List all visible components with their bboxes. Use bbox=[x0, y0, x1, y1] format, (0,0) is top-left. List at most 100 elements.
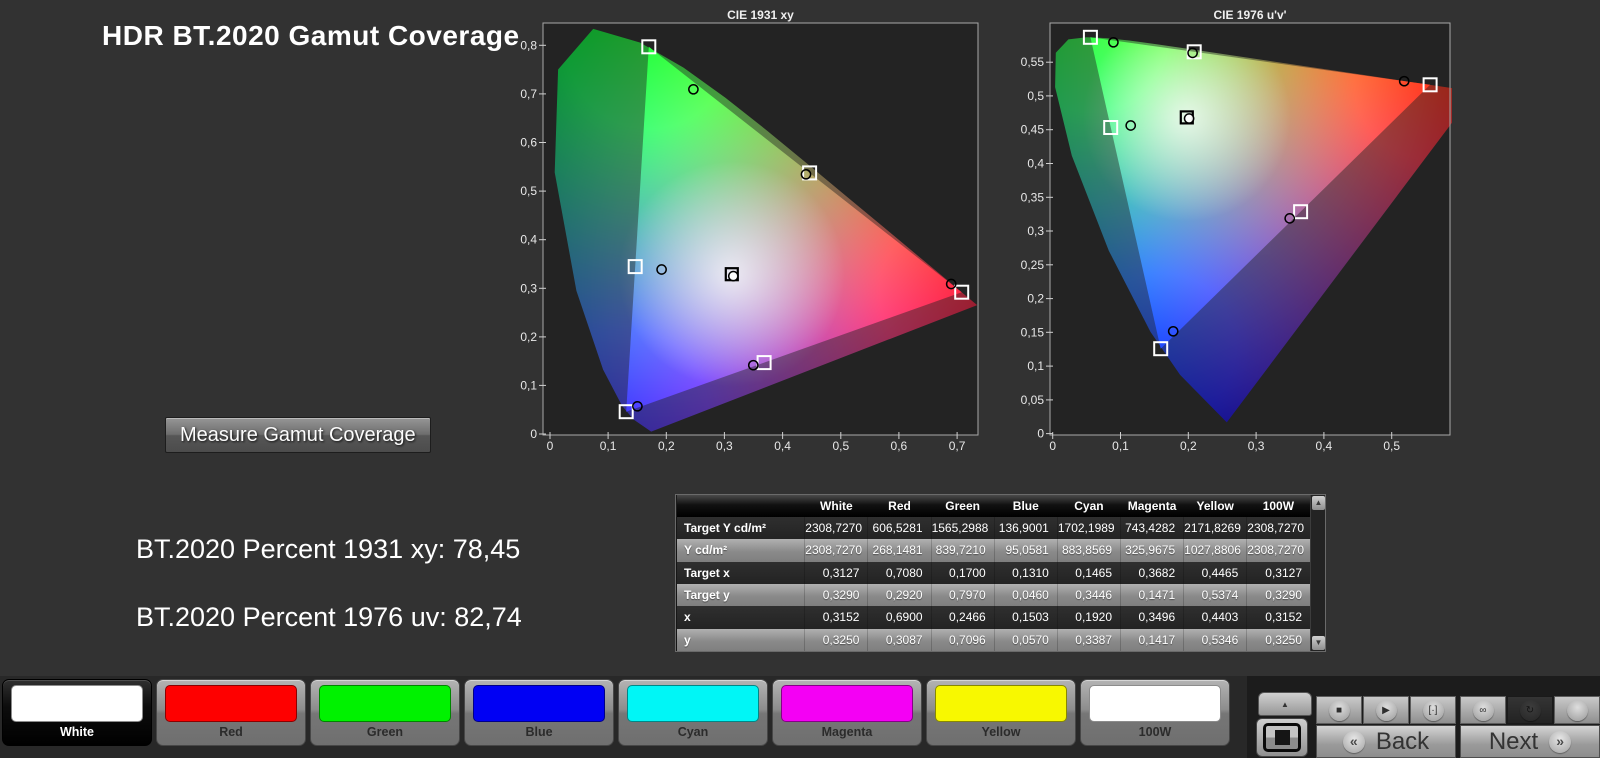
svg-text:0,45: 0,45 bbox=[1021, 123, 1045, 137]
next-button[interactable]: Next » bbox=[1460, 725, 1600, 758]
svg-text:0,4: 0,4 bbox=[774, 439, 791, 453]
percent-1976-result: BT.2020 Percent 1976 uv: 82,74 bbox=[136, 602, 522, 633]
next-label: Next bbox=[1489, 728, 1538, 756]
measure-gamut-coverage-button[interactable]: Measure Gamut Coverage bbox=[165, 417, 431, 453]
transport-controls: ▲ ■ ▶[·] ∞ ↻ « Back Next » bbox=[1247, 676, 1600, 758]
row-label: y bbox=[677, 629, 805, 651]
table-cell: 1565,2988 bbox=[931, 517, 994, 539]
table-column-header: Red bbox=[868, 495, 931, 517]
row-label: Y cd/m² bbox=[677, 539, 805, 561]
svg-text:0,8: 0,8 bbox=[520, 38, 537, 52]
table-cell: 0,6900 bbox=[868, 606, 931, 628]
table-cell: 2308,7270 bbox=[1247, 539, 1310, 561]
percent-1931-result: BT.2020 Percent 1931 xy: 78,45 bbox=[136, 534, 520, 565]
svg-text:0,5: 0,5 bbox=[520, 184, 537, 198]
measurement-table: WhiteRedGreenBlueCyanMagentaYellow100WTa… bbox=[676, 495, 1310, 651]
gamut-coverage-page: HDR BT.2020 Gamut Coverage CIE 1931 xy 0… bbox=[0, 0, 1600, 758]
patch-white-button[interactable]: White bbox=[2, 679, 152, 746]
table-cell: 0,3250 bbox=[805, 629, 868, 651]
scroll-up-button[interactable]: ▲ bbox=[1312, 496, 1325, 510]
patch-label: 100W bbox=[1081, 725, 1229, 739]
patch-label: Red bbox=[157, 725, 305, 739]
play-button[interactable]: ▶ bbox=[1363, 696, 1409, 724]
continuous-button[interactable]: ∞ bbox=[1460, 696, 1506, 724]
patch-yellow-button[interactable]: Yellow bbox=[926, 679, 1076, 746]
patch-100w-button[interactable]: 100W bbox=[1080, 679, 1230, 746]
results-table: WhiteRedGreenBlueCyanMagentaYellow100WTa… bbox=[675, 494, 1326, 652]
table-scrollbar[interactable]: ▲ ▼ bbox=[1310, 495, 1325, 651]
table-cell: 0,1471 bbox=[1121, 584, 1184, 606]
table-row: Target y0,32900,29200,79700,04600,34460,… bbox=[677, 584, 1311, 606]
svg-text:0,4: 0,4 bbox=[1316, 439, 1333, 453]
table-cell: 0,7080 bbox=[868, 562, 931, 584]
patch-swatch bbox=[319, 685, 451, 722]
svg-text:0,2: 0,2 bbox=[1180, 439, 1197, 453]
svg-text:0,7: 0,7 bbox=[949, 439, 966, 453]
refresh-icon: ↻ bbox=[1520, 700, 1541, 721]
interval-button[interactable]: [·] bbox=[1410, 696, 1456, 724]
page-title: HDR BT.2020 Gamut Coverage bbox=[102, 20, 520, 52]
svg-text:0,15: 0,15 bbox=[1021, 325, 1045, 339]
table-cell: 0,2466 bbox=[931, 606, 994, 628]
table-cell: 0,7096 bbox=[931, 629, 994, 651]
patch-cyan-button[interactable]: Cyan bbox=[618, 679, 768, 746]
bottom-bar: White Red Green Blue CyanMagentaYellow 100W ▲… bbox=[0, 676, 1600, 758]
patch-swatch bbox=[473, 685, 605, 722]
table-cell: 606,5281 bbox=[868, 517, 931, 539]
svg-text:0: 0 bbox=[1049, 439, 1056, 453]
collapse-panel-button[interactable]: ▲ bbox=[1258, 692, 1312, 716]
table-cell: 0,1503 bbox=[994, 606, 1057, 628]
scroll-down-button[interactable]: ▼ bbox=[1312, 636, 1325, 650]
table-cell: 0,3127 bbox=[1247, 562, 1310, 584]
patch-red-button[interactable]: Red bbox=[156, 679, 306, 746]
stop-button[interactable]: ■ bbox=[1316, 696, 1362, 724]
stop-icon: ■ bbox=[1329, 700, 1350, 721]
table-cell: 325,9675 bbox=[1121, 539, 1184, 561]
table-cell: 0,5374 bbox=[1184, 584, 1247, 606]
svg-text:0,1: 0,1 bbox=[520, 378, 537, 392]
svg-text:0,3: 0,3 bbox=[1027, 224, 1044, 238]
svg-text:0,1: 0,1 bbox=[600, 439, 617, 453]
patch-green-button[interactable]: Green bbox=[310, 679, 460, 746]
patch-blue-button[interactable]: Blue bbox=[464, 679, 614, 746]
table-cell: 0,5346 bbox=[1184, 629, 1247, 651]
table-column-header: Magenta bbox=[1121, 495, 1184, 517]
table-cell: 0,3496 bbox=[1121, 606, 1184, 628]
svg-text:0,25: 0,25 bbox=[1021, 258, 1045, 272]
patch-magenta-button[interactable]: Magenta bbox=[772, 679, 922, 746]
table-cell: 0,2920 bbox=[868, 584, 931, 606]
table-cell: 2308,7270 bbox=[1247, 517, 1310, 539]
svg-text:0: 0 bbox=[530, 427, 537, 441]
next-arrow-icon: » bbox=[1549, 731, 1571, 753]
table-column-header: Green bbox=[931, 495, 994, 517]
row-label: x bbox=[677, 606, 805, 628]
patch-label: Blue bbox=[465, 725, 613, 739]
table-cell: 0,3387 bbox=[1057, 629, 1120, 651]
patch-swatch bbox=[165, 685, 297, 722]
refresh-button[interactable]: ↻ bbox=[1507, 696, 1553, 724]
svg-text:0,2: 0,2 bbox=[658, 439, 675, 453]
back-arrow-icon: « bbox=[1343, 731, 1365, 753]
table-row: y0,32500,30870,70960,05700,33870,14170,5… bbox=[677, 629, 1311, 651]
record-button[interactable] bbox=[1554, 696, 1600, 724]
table-cell: 1702,1989 bbox=[1057, 517, 1120, 539]
table-cell: 743,4282 bbox=[1121, 517, 1184, 539]
window-pattern-button[interactable] bbox=[1256, 718, 1308, 757]
table-cell: 883,8569 bbox=[1057, 539, 1120, 561]
table-column-header: White bbox=[805, 495, 868, 517]
table-cell: 0,1417 bbox=[1121, 629, 1184, 651]
table-cell: 0,4465 bbox=[1184, 562, 1247, 584]
chevron-up-icon: ▲ bbox=[1281, 700, 1289, 709]
table-cell: 268,1481 bbox=[868, 539, 931, 561]
table-cell: 0,1465 bbox=[1057, 562, 1120, 584]
patch-label: White bbox=[3, 725, 151, 739]
infinity-icon: ∞ bbox=[1473, 700, 1494, 721]
table-cell: 0,3290 bbox=[805, 584, 868, 606]
back-button[interactable]: « Back bbox=[1316, 725, 1456, 758]
table-row: Y cd/m²2308,7270268,1481839,721095,05818… bbox=[677, 539, 1311, 561]
transport-row: ■ ▶[·] ∞ ↻ bbox=[1316, 696, 1600, 724]
patch-bar: White Red Green Blue CyanMagentaYellow 100W bbox=[2, 679, 1230, 746]
svg-text:0,1: 0,1 bbox=[1112, 439, 1129, 453]
table-column-header: Blue bbox=[994, 495, 1057, 517]
table-cell: 0,1700 bbox=[931, 562, 994, 584]
